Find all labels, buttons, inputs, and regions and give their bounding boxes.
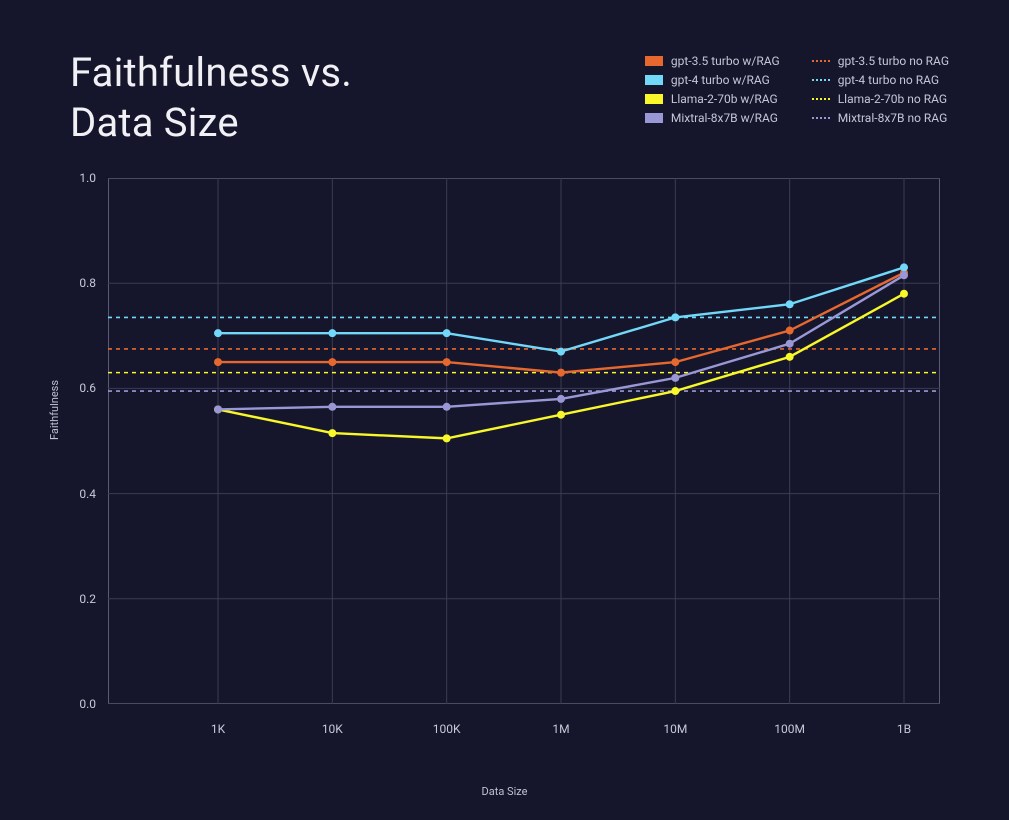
series-point	[786, 327, 794, 335]
y-tick-label: 0.4	[79, 487, 96, 501]
legend-swatch	[645, 113, 663, 123]
series-point	[786, 300, 794, 308]
series-point	[214, 405, 222, 413]
legend-item: Mixtral-8x7B w/RAG	[645, 111, 780, 125]
legend-label: gpt-4 turbo no RAG	[838, 73, 939, 87]
legend-item: Mixtral-8x7B no RAG	[812, 111, 949, 125]
series-point	[557, 369, 565, 377]
series-point	[328, 358, 336, 366]
y-tick-label: 0.2	[79, 592, 96, 606]
legend-item: Llama-2-70b w/RAG	[645, 92, 780, 106]
legend-item: gpt-4 turbo w/RAG	[645, 73, 780, 87]
legend-swatch	[812, 117, 830, 119]
x-tick-label: 100K	[433, 722, 461, 736]
x-tick-label: 1M	[552, 722, 569, 736]
y-tick-label: 1.0	[79, 171, 96, 185]
series-point	[671, 358, 679, 366]
series-point	[328, 403, 336, 411]
legend-label: Llama-2-70b no RAG	[838, 92, 947, 106]
title-line2: Data Size	[70, 99, 239, 146]
series-point	[443, 358, 451, 366]
legend-label: gpt-4 turbo w/RAG	[671, 73, 770, 87]
legend-item: gpt-3.5 turbo no RAG	[812, 54, 949, 68]
legend-item: gpt-3.5 turbo w/RAG	[645, 54, 780, 68]
x-tick-label: 100M	[774, 722, 805, 736]
series-point	[557, 395, 565, 403]
series-point	[557, 411, 565, 419]
series-point	[900, 263, 908, 271]
series-point	[900, 290, 908, 298]
series-point	[443, 329, 451, 337]
legend-swatch	[645, 94, 663, 104]
x-axis-label: Data Size	[482, 785, 528, 798]
y-tick-label: 0.0	[79, 697, 96, 711]
series-point	[900, 271, 908, 279]
legend-col-solid: gpt-3.5 turbo w/RAG gpt-4 turbo w/RAG Llam…	[645, 54, 780, 125]
series-point	[557, 348, 565, 356]
series-point	[328, 329, 336, 337]
x-tick-label: 10K	[322, 722, 343, 736]
series-point	[671, 374, 679, 382]
title-line1: Faithfulness vs.	[70, 49, 352, 96]
series-point	[443, 403, 451, 411]
legend-swatch	[812, 60, 830, 62]
series-point	[443, 434, 451, 442]
series-point	[214, 329, 222, 337]
series-point	[786, 340, 794, 348]
legend-label: Llama-2-70b w/RAG	[671, 92, 778, 106]
chart-plot-area: 0.00.20.40.60.81.01K10K100K1M10M100M1B	[108, 178, 940, 704]
legend-label: Mixtral-8x7B w/RAG	[671, 111, 778, 125]
legend-item: Llama-2-70b no RAG	[812, 92, 949, 106]
series-point	[786, 353, 794, 361]
legend-swatch	[645, 56, 663, 66]
legend: gpt-3.5 turbo w/RAG gpt-4 turbo w/RAG Llam…	[645, 54, 949, 125]
legend-col-dashed: gpt-3.5 turbo no RAG gpt-4 turbo no RAG Ll…	[812, 54, 949, 125]
series-point	[671, 387, 679, 395]
x-tick-label: 1B	[897, 722, 911, 736]
legend-label: gpt-3.5 turbo no RAG	[838, 54, 949, 68]
legend-label: gpt-3.5 turbo w/RAG	[671, 54, 780, 68]
y-tick-label: 0.8	[79, 276, 96, 290]
legend-swatch	[812, 98, 830, 100]
series-point	[328, 429, 336, 437]
y-tick-label: 0.6	[79, 381, 96, 395]
legend-item: gpt-4 turbo no RAG	[812, 73, 949, 87]
series-point	[671, 313, 679, 321]
legend-swatch	[645, 75, 663, 85]
chart-title: Faithfulness vs. Data Size	[70, 48, 352, 148]
chart-svg	[108, 178, 940, 704]
legend-label: Mixtral-8x7B no RAG	[838, 111, 948, 125]
x-tick-label: 1K	[211, 722, 225, 736]
x-tick-label: 10M	[663, 722, 687, 736]
series-point	[214, 358, 222, 366]
y-axis-label: Faithfulness	[48, 380, 61, 440]
legend-swatch	[812, 79, 830, 81]
